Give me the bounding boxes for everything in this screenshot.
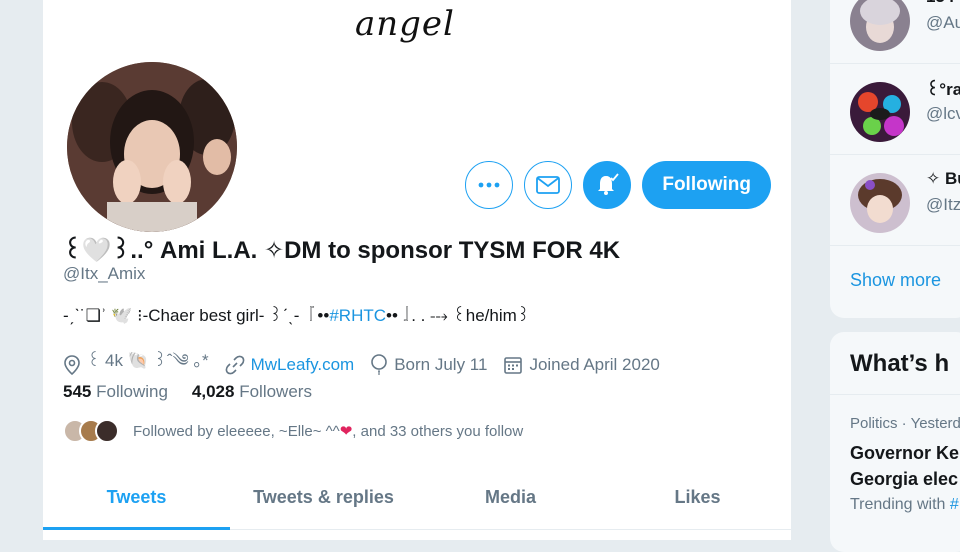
- profile-tabs: Tweets Tweets & replies Media Likes: [43, 465, 791, 530]
- followed-by-prefix: Followed by eleeeee, ~Elle~ ^^: [133, 422, 340, 440]
- banner-text: angel: [355, 4, 455, 44]
- follow-name: 154: [926, 0, 954, 7]
- message-button[interactable]: [524, 161, 573, 209]
- envelope-icon: [536, 176, 561, 194]
- profile-actions: Following: [465, 161, 771, 209]
- location-pin-icon: [64, 355, 80, 375]
- follow-handle: @lcv: [926, 104, 960, 123]
- followers-label: Followers: [239, 382, 312, 401]
- calendar-icon: [504, 357, 523, 374]
- divider: [830, 394, 960, 395]
- list-item[interactable]: 154 @Au: [830, 0, 960, 64]
- avatar: [850, 173, 910, 233]
- list-item[interactable]: ✧ Bu @Itz: [830, 155, 960, 246]
- trend-title-line1: Governor Ke: [850, 443, 960, 463]
- following-count-link[interactable]: 545 Following: [63, 382, 168, 402]
- more-dots-icon: [478, 182, 500, 188]
- profile-handle: @Itx_Amix: [63, 264, 146, 283]
- birthday-item: Born July 11: [370, 354, 487, 376]
- website-link[interactable]: MwLeafy.com: [251, 355, 355, 375]
- who-to-follow-panel: 154 @Au ꒰°ra @lcv ✧ Bu @Itz Show more: [830, 0, 960, 318]
- followed-by-suffix: , and 33 others you follow: [352, 422, 524, 440]
- trend-title-line2: Georgia elec: [850, 469, 959, 489]
- following-button[interactable]: Following: [642, 161, 771, 209]
- trend-category: Politics · Yesterd: [850, 415, 960, 432]
- follow-name: ✧ Bu: [926, 169, 960, 188]
- website-item: MwLeafy.com: [225, 355, 355, 375]
- bio-text-prefix: -ˏˋ˙❏ʾ 🕊️ ⁝-Chaer best girl- ꒱ˊˎ- 『••: [63, 306, 330, 325]
- followers-count-link[interactable]: 4,028 Followers: [192, 382, 312, 402]
- followers-count: 4,028: [191, 382, 235, 401]
- balloon-icon: [371, 354, 388, 375]
- profile-name: ꒰🤍꒱..° Ami L.A. ✧DM to sponsor TYSM FOR …: [63, 237, 621, 264]
- joined-text: Joined April 2020: [529, 355, 660, 374]
- notifications-button[interactable]: [583, 161, 632, 209]
- tab-media[interactable]: Media: [417, 465, 604, 529]
- trend-with: Trending with #: [850, 496, 959, 514]
- avatar: [850, 0, 910, 51]
- profile-bio: -ˏˋ˙❏ʾ 🕊️ ⁝-Chaer best girl- ꒱ˊˎ- 『••#RH…: [63, 304, 530, 326]
- profile-banner[interactable]: angel: [43, 0, 791, 62]
- show-more-link[interactable]: Show more: [850, 270, 941, 291]
- more-options-button[interactable]: [465, 161, 514, 209]
- profile-avatar[interactable]: [63, 58, 241, 236]
- trends-panel: What’s h Politics · Yesterd Governor Ke …: [830, 332, 960, 552]
- joined-item: Joined April 2020: [503, 355, 660, 375]
- birthday-text: Born July 11: [394, 355, 488, 374]
- tab-tweets-and-replies[interactable]: Tweets & replies: [230, 465, 417, 529]
- avatar: [95, 419, 119, 443]
- link-icon: [225, 355, 244, 375]
- follow-handle: @Itz: [926, 195, 960, 214]
- trend-hashtag-link[interactable]: #: [950, 496, 959, 513]
- bell-check-icon: [598, 173, 620, 195]
- trend-with-prefix: Trending with: [850, 496, 950, 513]
- trend-title[interactable]: Governor Ke Georgia elec: [850, 440, 959, 492]
- mutual-avatars: [63, 419, 119, 443]
- follow-handle: @Au: [926, 13, 960, 32]
- tab-likes[interactable]: Likes: [604, 465, 791, 529]
- following-label: Following: [96, 382, 168, 401]
- list-item[interactable]: ꒰°ra @lcv: [830, 64, 960, 155]
- profile-column: angel Following ꒰🤍꒱..° Ami L.A. ✧DM to s…: [42, 0, 792, 540]
- heart-icon: ❤: [339, 423, 353, 440]
- bio-hashtag-link[interactable]: #RHTC: [329, 306, 386, 325]
- following-count: 545: [63, 382, 92, 401]
- trends-title: What’s h: [850, 350, 950, 377]
- bio-text-suffix: ••』. . ⤏ ꒰he/him꒱: [386, 306, 531, 325]
- avatar: [850, 82, 910, 142]
- follow-name: ꒰°ra: [926, 80, 960, 99]
- profile-counts: 545 Following 4,028 Followers: [63, 382, 312, 402]
- tab-tweets[interactable]: Tweets: [43, 465, 230, 530]
- followers-you-know[interactable]: Followed by eleeeee, ~Elle~ ^^ ❤, and 33…: [63, 419, 523, 443]
